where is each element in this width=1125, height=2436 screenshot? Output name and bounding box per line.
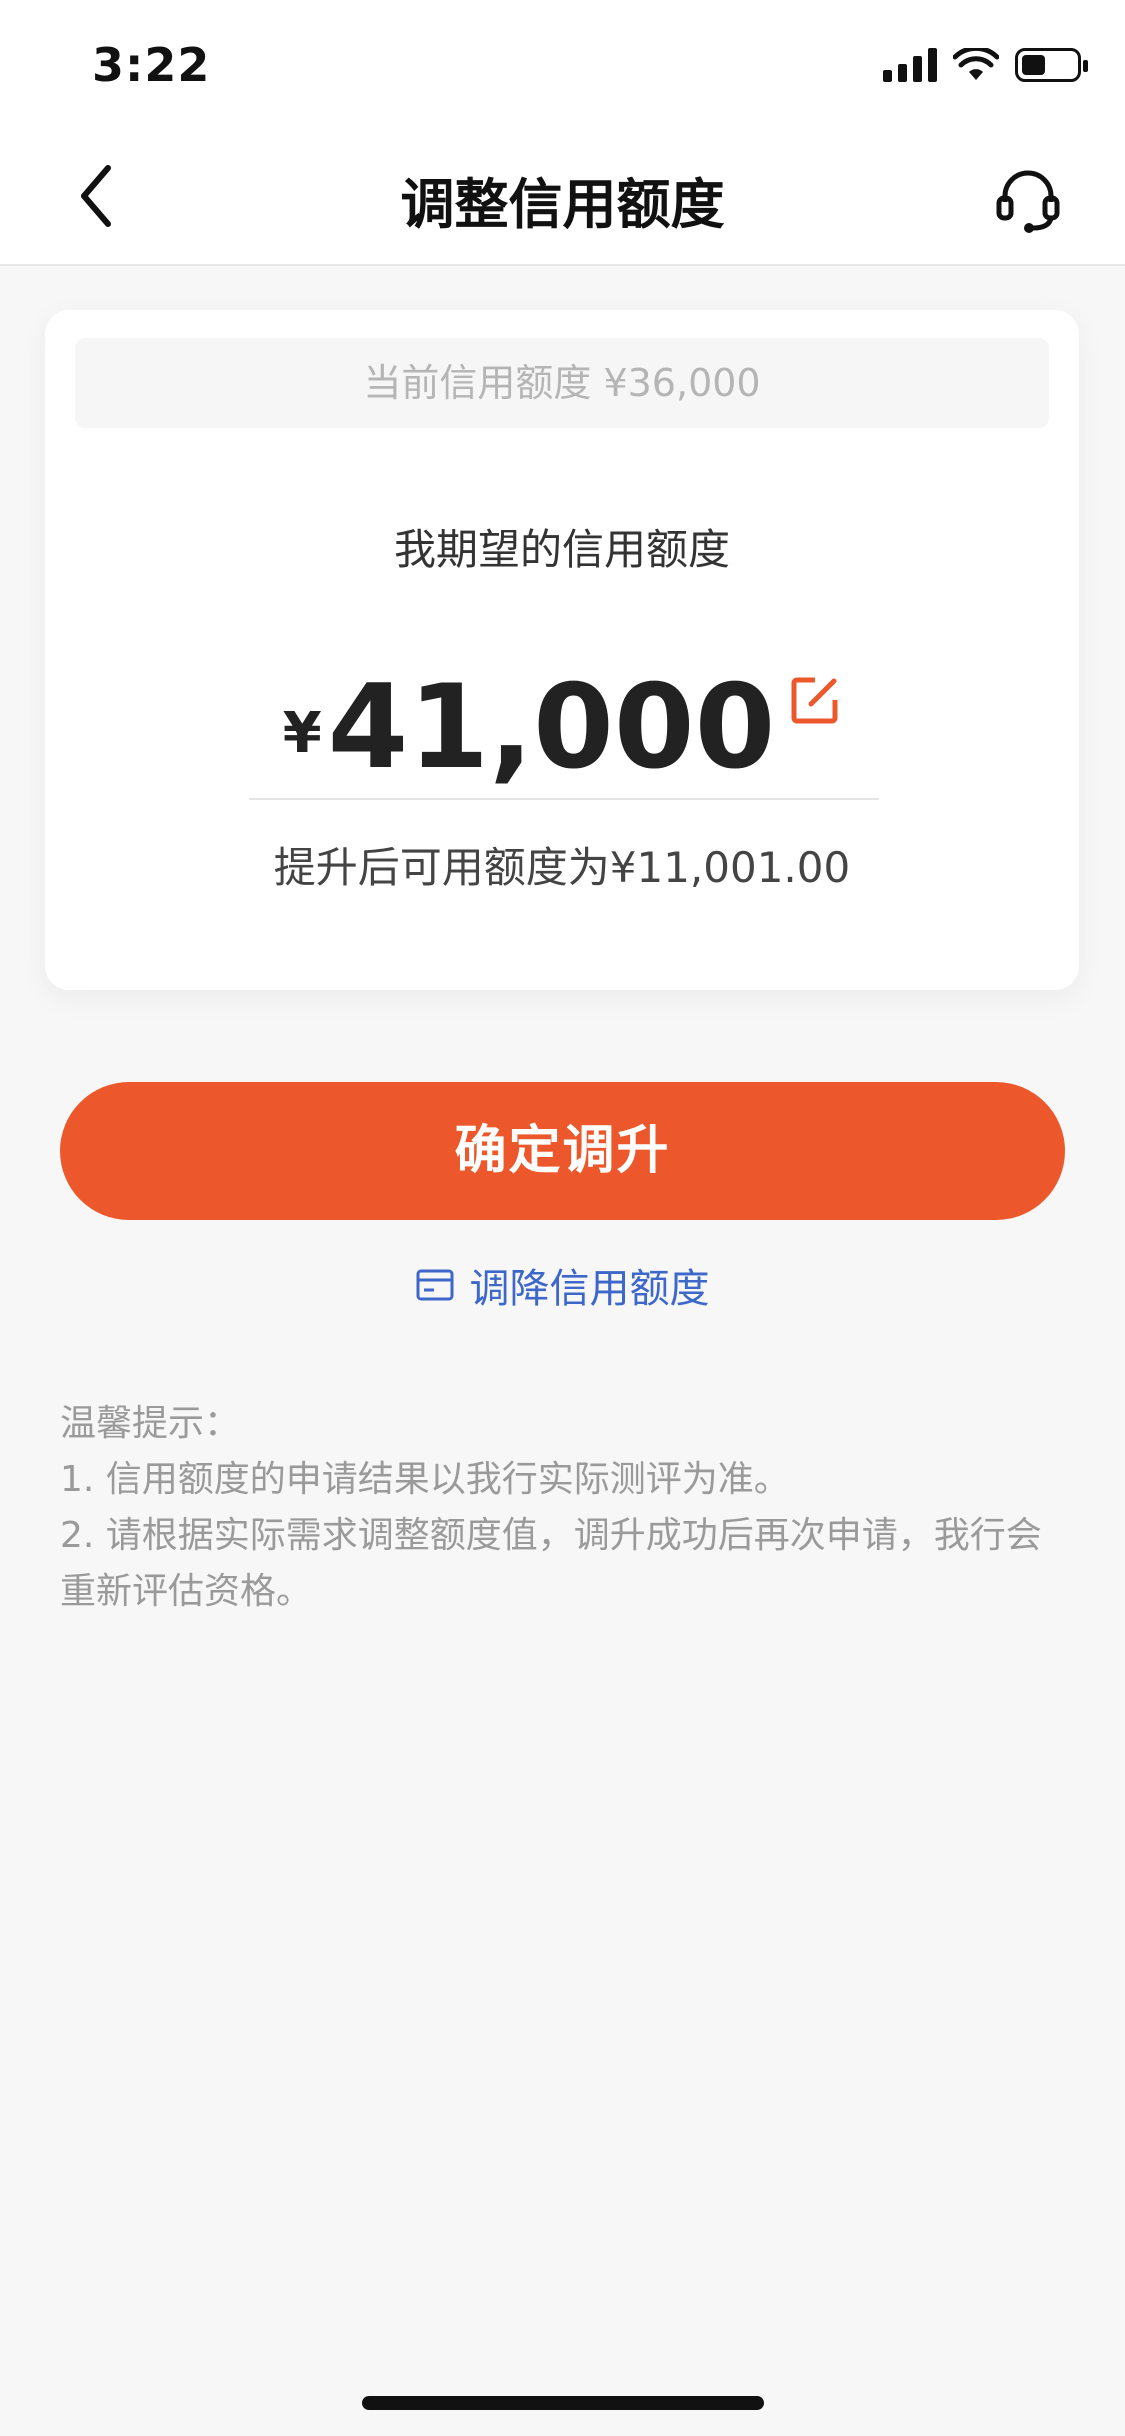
currency-symbol: ¥	[282, 701, 322, 766]
page-title: 调整信用额度	[400, 173, 725, 236]
amount-input-row[interactable]: ¥ 41,000	[45, 670, 1079, 786]
signal-icon	[883, 48, 937, 82]
wifi-icon	[953, 48, 999, 80]
card-icon	[416, 1269, 453, 1301]
decrease-limit-link[interactable]: 调降信用额度	[0, 1256, 1125, 1314]
confirm-increase-button[interactable]: 确定调升	[60, 1082, 1065, 1220]
battery-icon	[1015, 48, 1088, 82]
tips-section: 温馨提示： 1. 信用额度的申请结果以我行实际测评为准。 2. 请根据实际需求调…	[60, 1396, 1070, 1620]
top-bar: 3:22 调整信用额度	[0, 0, 1125, 266]
current-limit: 当前信用额度 ¥36,000	[75, 338, 1049, 428]
headset-icon[interactable]	[993, 164, 1063, 234]
decrease-limit-label: 调降信用额度	[469, 1266, 710, 1312]
tips-title: 温馨提示：	[60, 1403, 241, 1444]
amount-underline	[249, 798, 879, 800]
expected-limit-label: 我期望的信用额度	[393, 525, 730, 574]
status-time: 3:22	[92, 38, 211, 92]
tip-item: 2. 请根据实际需求调整额度值，调升成功后再次申请，我行会重新评估资格。	[60, 1515, 1042, 1612]
edit-icon[interactable]	[789, 674, 841, 726]
available-limit-text: 提升后可用额度为¥11,001.00	[273, 843, 851, 892]
credit-limit-card: 当前信用额度 ¥36,000 我期望的信用额度 ¥ 41,000 提升后可用额度…	[45, 310, 1079, 990]
status-icons	[883, 48, 1088, 82]
amount-value[interactable]: 41,000	[328, 670, 776, 786]
tip-item: 1. 信用额度的申请结果以我行实际测评为准。	[60, 1459, 790, 1500]
home-indicator[interactable]	[362, 2396, 764, 2410]
